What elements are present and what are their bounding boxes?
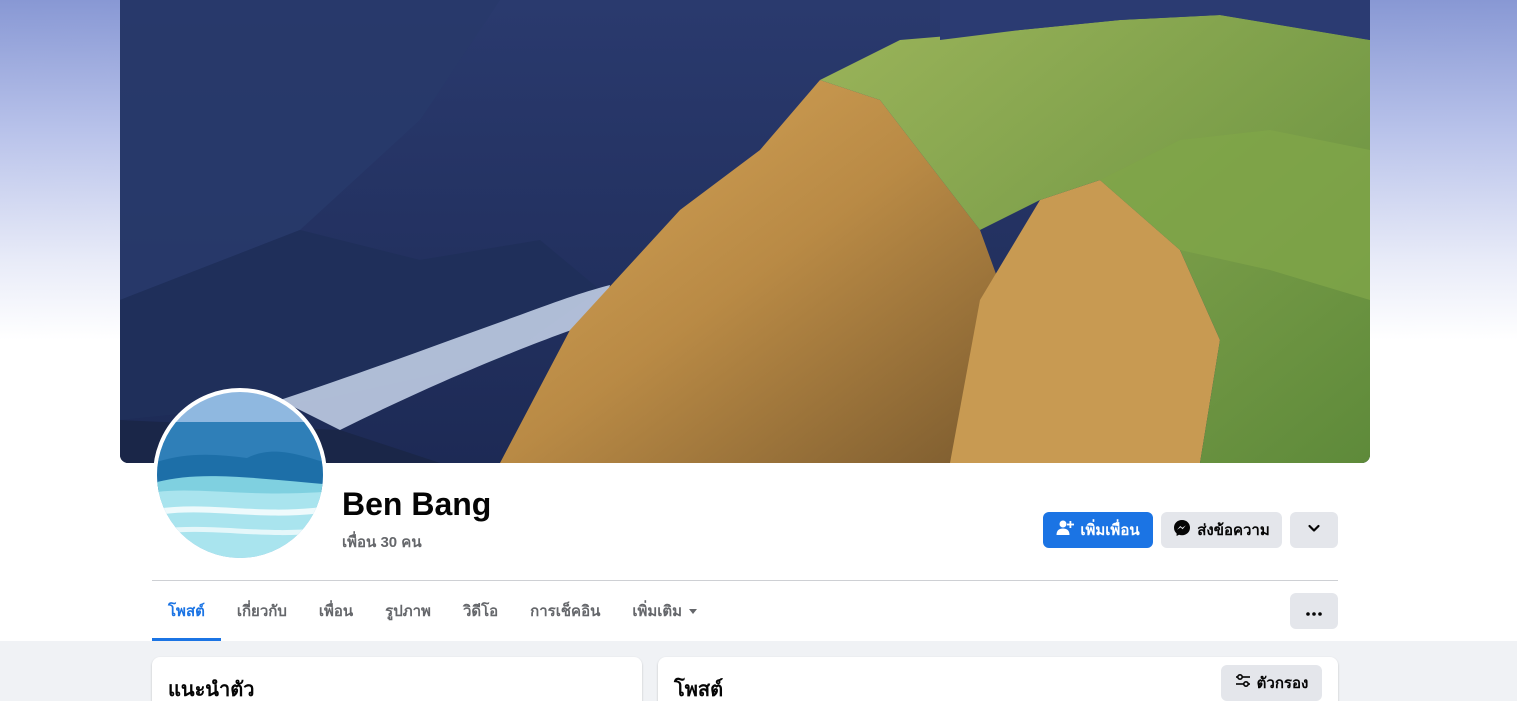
tab-label: รูปภาพ — [385, 603, 431, 620]
tab-label: เพื่อน — [318, 603, 354, 620]
intro-title: แนะนำตัว — [168, 679, 255, 701]
tab-label: การเช็คอิน — [530, 603, 601, 620]
posts-title: โพสต์ — [674, 679, 724, 701]
tab-checkins[interactable]: การเช็คอิน — [514, 581, 616, 641]
filter-button[interactable]: ตัวกรอง — [1221, 665, 1322, 701]
add-friend-label: เพิ่มเพื่อน — [1080, 522, 1140, 539]
intro-card: แนะนำตัว — [152, 657, 642, 701]
more-profile-actions-button[interactable] — [1290, 512, 1338, 548]
tab-label: เพิ่มเติม — [632, 603, 683, 620]
message-label: ส่งข้อความ — [1197, 522, 1270, 539]
tab-more[interactable]: เพิ่มเติม — [616, 581, 714, 641]
filter-label: ตัวกรอง — [1256, 675, 1309, 692]
profile-tabs: โพสต์ เกี่ยวกับ เพื่อน รูปภาพ วิดีโอ การ… — [152, 581, 714, 641]
more-dots-icon — [1306, 603, 1322, 620]
tab-about[interactable]: เกี่ยวกับ — [221, 581, 303, 641]
profile-name: Ben Bang — [342, 486, 492, 522]
avatar[interactable] — [153, 388, 327, 562]
tab-videos[interactable]: วิดีโอ — [447, 581, 514, 641]
chevron-down-icon — [1307, 521, 1321, 539]
tab-photos[interactable]: รูปภาพ — [369, 581, 447, 641]
tab-label: โพสต์ — [168, 603, 205, 620]
messenger-icon — [1173, 519, 1191, 541]
add-friend-icon — [1056, 519, 1075, 541]
filter-icon — [1235, 673, 1251, 693]
tab-friends[interactable]: เพื่อน — [303, 581, 369, 641]
tab-posts[interactable]: โพสต์ — [152, 581, 221, 641]
cover-photo[interactable] — [120, 0, 1370, 463]
tab-label: เกี่ยวกับ — [236, 603, 287, 620]
message-button[interactable]: ส่งข้อความ — [1161, 512, 1282, 548]
friend-count[interactable]: เพื่อน 30 คน — [342, 530, 422, 554]
caret-down-icon — [688, 603, 698, 620]
more-options-button[interactable] — [1290, 593, 1338, 629]
posts-card: โพสต์ ตัวกรอง — [658, 657, 1338, 701]
tab-label: วิดีโอ — [462, 603, 499, 620]
add-friend-button[interactable]: เพิ่มเพื่อน — [1043, 512, 1153, 548]
